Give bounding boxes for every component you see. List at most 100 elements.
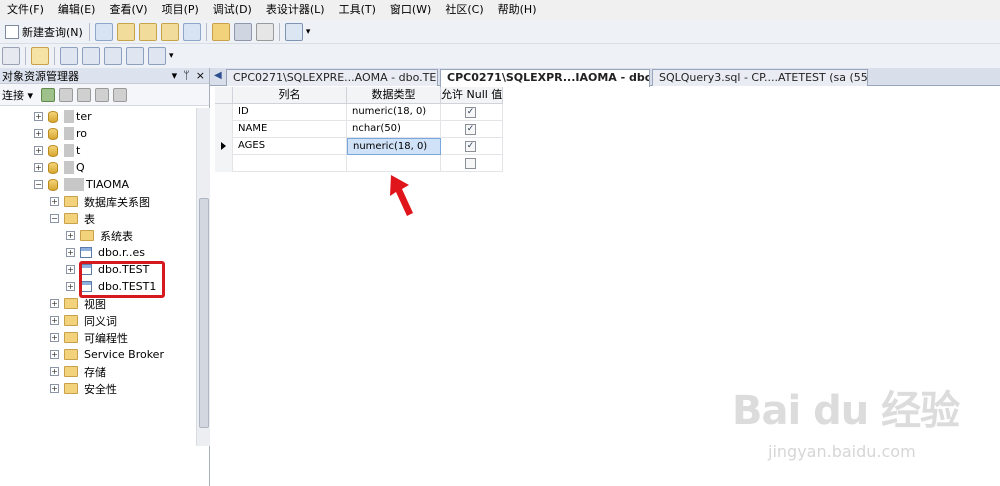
generate-script-icon[interactable] xyxy=(2,47,20,65)
tree-node-programmability[interactable]: + 可编程性 xyxy=(50,329,128,346)
expand-icon[interactable]: + xyxy=(34,146,43,155)
disconnect-icon[interactable] xyxy=(59,87,74,102)
open-file-icon[interactable] xyxy=(211,22,230,41)
tree-node-database[interactable]: + ter xyxy=(34,108,92,125)
explorer-scrollbar[interactable] xyxy=(196,108,210,446)
expand-icon[interactable]: + xyxy=(34,112,43,121)
tree-node-label: 系统表 xyxy=(100,229,133,243)
expand-icon[interactable]: + xyxy=(50,350,59,359)
database-engine-query-icon[interactable] xyxy=(94,22,113,41)
refresh-icon[interactable] xyxy=(113,87,128,102)
expand-icon[interactable]: + xyxy=(66,231,75,240)
expand-icon[interactable]: + xyxy=(66,282,75,291)
tree-node-table[interactable]: + dbo.r..es xyxy=(66,244,145,261)
activity-monitor-icon[interactable] xyxy=(284,22,303,41)
connect-object-explorer-icon[interactable] xyxy=(41,87,56,102)
primary-key-icon[interactable] xyxy=(31,47,49,65)
column-header-type: 数据类型 xyxy=(347,87,441,104)
expand-icon[interactable]: + xyxy=(50,316,59,325)
stop-icon[interactable] xyxy=(77,87,92,102)
expand-icon[interactable]: + xyxy=(34,163,43,172)
expand-icon[interactable]: + xyxy=(66,248,75,257)
tab-scroll-left-icon[interactable]: ◀ xyxy=(214,70,222,81)
tree-node-database[interactable]: + ro xyxy=(34,125,87,142)
row-selector[interactable] xyxy=(215,104,233,121)
expand-icon[interactable]: + xyxy=(50,384,59,393)
check-constraints-icon[interactable] xyxy=(148,47,166,65)
collapse-icon[interactable]: − xyxy=(34,180,43,189)
fulltext-index-icon[interactable] xyxy=(104,47,122,65)
filter-icon[interactable] xyxy=(95,87,110,102)
menu-view[interactable]: 查看(V) xyxy=(102,0,154,20)
menu-help[interactable]: 帮助(H) xyxy=(491,0,544,20)
explorer-scrollbar-thumb[interactable] xyxy=(199,198,209,428)
tree-node-database[interactable]: + t xyxy=(34,142,80,159)
dropdown-icon[interactable]: ▾ xyxy=(172,69,178,82)
expand-icon[interactable]: + xyxy=(66,265,75,274)
close-icon[interactable]: × xyxy=(196,69,205,82)
table-row[interactable]: ID numeric(18, 0) ✓ xyxy=(215,104,503,121)
menu-tools[interactable]: 工具(T) xyxy=(332,0,383,20)
row-selector[interactable] xyxy=(215,121,233,138)
connect-button[interactable]: 连接 ▾ xyxy=(2,87,33,103)
menu-table-designer[interactable]: 表设计器(L) xyxy=(259,0,332,20)
redacted-block xyxy=(64,161,74,174)
tree-node-synonyms[interactable]: + 同义词 xyxy=(50,312,117,329)
menu-window[interactable]: 窗口(W) xyxy=(383,0,438,20)
tree-node-security[interactable]: + 安全性 xyxy=(50,380,117,397)
collapse-icon[interactable]: − xyxy=(50,214,59,223)
tab-sqlquery3[interactable]: SQLQuery3.sql - CP....ATETEST (sa (55))* xyxy=(652,69,868,86)
tree-node-storage[interactable]: + 存储 xyxy=(50,363,106,380)
pin-icon[interactable]: ᛘ xyxy=(183,69,190,82)
table-row-current[interactable]: AGES numeric(18, 0) ✓ xyxy=(215,138,503,155)
relationships-icon[interactable] xyxy=(60,47,78,65)
tree-node-service-broker[interactable]: + Service Broker xyxy=(50,346,164,363)
menu-project[interactable]: 项目(P) xyxy=(155,0,206,20)
column-name-cell[interactable] xyxy=(233,155,347,172)
print-icon[interactable] xyxy=(255,22,274,41)
analysis-query-icon[interactable] xyxy=(116,22,135,41)
data-type-cell[interactable] xyxy=(347,155,441,172)
expand-icon[interactable]: + xyxy=(34,129,43,138)
new-query-button[interactable]: 新建查询(N) xyxy=(2,22,86,42)
indexes-keys-icon[interactable] xyxy=(82,47,100,65)
dmx-query-icon[interactable] xyxy=(160,22,179,41)
column-name-cell[interactable]: NAME xyxy=(233,121,347,138)
row-selector[interactable] xyxy=(215,155,233,172)
tree-node-database[interactable]: + Q xyxy=(34,159,85,176)
row-selector[interactable] xyxy=(215,138,233,155)
expand-icon[interactable]: + xyxy=(50,367,59,376)
toolbar-overflow-icon[interactable]: ▾ xyxy=(169,51,174,61)
menu-debug[interactable]: 调试(D) xyxy=(206,0,259,20)
menu-file[interactable]: 文件(F) xyxy=(0,0,51,20)
tree-node-database-diagrams[interactable]: + 数据库关系图 xyxy=(50,193,150,210)
tree-node-tables[interactable]: − 表 xyxy=(50,210,95,227)
save-icon[interactable] xyxy=(233,22,252,41)
menu-edit[interactable]: 编辑(E) xyxy=(51,0,103,20)
expand-icon[interactable]: + xyxy=(50,299,59,308)
tree-node-system-tables[interactable]: + 系统表 xyxy=(66,227,133,244)
expand-icon[interactable]: + xyxy=(50,197,59,206)
column-name-cell[interactable]: ID xyxy=(233,104,347,121)
allow-null-checkbox[interactable]: ✓ xyxy=(465,124,476,135)
column-name-cell[interactable]: AGES xyxy=(233,138,347,155)
toolbar-overflow-icon[interactable]: ▾ xyxy=(306,27,311,37)
allow-null-checkbox[interactable] xyxy=(465,158,476,169)
tab-test1-designer[interactable]: CPC0271\SQLEXPRE...AOMA - dbo.TEST1 xyxy=(226,69,438,86)
mdx-query-icon[interactable] xyxy=(138,22,157,41)
table-row-new[interactable] xyxy=(215,155,503,172)
allow-null-checkbox[interactable]: ✓ xyxy=(465,107,476,118)
xmla-query-icon[interactable] xyxy=(182,22,201,41)
menu-community[interactable]: 社区(C) xyxy=(438,0,490,20)
data-type-cell[interactable]: nchar(50) xyxy=(347,121,441,138)
folder-icon xyxy=(64,315,78,326)
tree-node-database-tiaoma[interactable]: − TIAOMA xyxy=(34,176,129,193)
xml-index-icon[interactable] xyxy=(126,47,144,65)
table-row[interactable]: NAME nchar(50) ✓ xyxy=(215,121,503,138)
tab-test-designer[interactable]: CPC0271\SQLEXPR...IAOMA - dbo.TEST xyxy=(440,69,650,87)
allow-null-checkbox[interactable]: ✓ xyxy=(465,141,476,152)
expand-icon[interactable]: + xyxy=(50,333,59,342)
data-type-cell-selected[interactable]: numeric(18, 0) xyxy=(347,138,441,155)
data-type-cell[interactable]: numeric(18, 0) xyxy=(347,104,441,121)
database-icon xyxy=(48,110,58,123)
